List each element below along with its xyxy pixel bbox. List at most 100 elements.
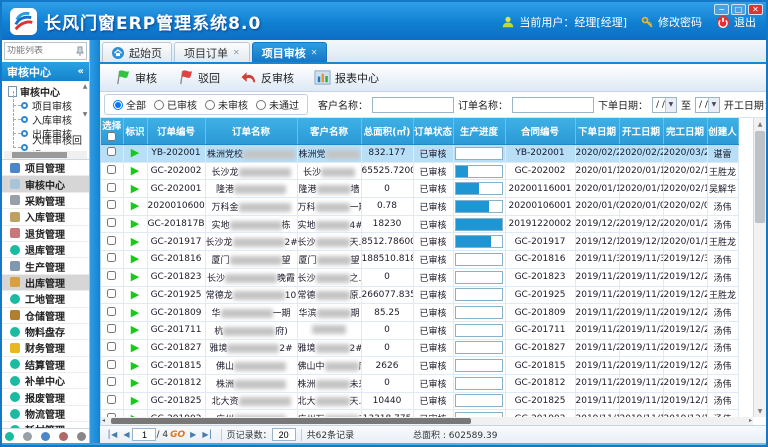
scroll-down-icon[interactable]: ▼: [754, 405, 766, 417]
column-header-12[interactable]: 创建人: [707, 118, 738, 145]
edit-icon[interactable]: [41, 432, 50, 441]
horizontal-scrollbar[interactable]: ◂ ▸: [101, 417, 753, 425]
column-header-10[interactable]: 开工日期: [619, 118, 663, 145]
column-header-1[interactable]: 标识: [123, 118, 147, 145]
order-date-picker[interactable]: / / ▼: [652, 97, 677, 113]
logout-button[interactable]: 退出: [716, 14, 756, 30]
column-header-2[interactable]: 订单编号: [147, 118, 205, 145]
close-button[interactable]: ✕: [748, 4, 763, 15]
table-row[interactable]: ▶YB-202001株洲党校株洲党832.177已审核YB-2020012020…: [101, 145, 738, 163]
next-page-button[interactable]: ▶: [187, 430, 199, 439]
table-row[interactable]: ▶GC-201711杭府)0已审核GC-2017112019/11/202019…: [101, 321, 738, 339]
column-header-11[interactable]: 完工日期: [663, 118, 707, 145]
order-date-end-picker[interactable]: / / ▼: [695, 97, 720, 113]
scroll-thumb[interactable]: [111, 418, 471, 424]
row-checkbox[interactable]: [107, 271, 116, 280]
row-checkbox[interactable]: [107, 342, 116, 351]
sidebar-item-7[interactable]: 出库管理: [2, 275, 89, 291]
go-button[interactable]: GO: [170, 430, 185, 440]
row-checkbox[interactable]: [107, 377, 116, 386]
prev-page-button[interactable]: ◀: [120, 430, 132, 439]
chevron-down-icon[interactable]: ▼: [708, 98, 719, 112]
status-radio-1[interactable]: [154, 100, 164, 110]
order-name-input[interactable]: [512, 97, 594, 113]
more-icon[interactable]: [77, 432, 86, 441]
sidebar-item-5[interactable]: 退库管理: [2, 242, 89, 258]
sidebar-item-2[interactable]: 采购管理: [2, 193, 89, 209]
sidebar-item-1[interactable]: 审核中心: [2, 176, 89, 192]
minimize-button[interactable]: −: [714, 4, 729, 15]
table-row[interactable]: ▶GC-202002长沙龙长沙65525.7200..已审核GC-2020022…: [101, 162, 738, 180]
table-row[interactable]: ▶GC-201815佛山佛山中库2626已审核GC-2018152019/11/…: [101, 357, 738, 375]
sidebar-item-10[interactable]: 物料盘存: [2, 324, 89, 340]
tab-2[interactable]: 项目审核✕: [252, 42, 328, 62]
table-row[interactable]: ▶GC-202001隆港隆港墙0已审核202001160012020/01/16…: [101, 180, 738, 198]
row-checkbox[interactable]: [107, 183, 116, 192]
table-row[interactable]: ▶20200106001万科金万科一期0.78已审核20200106001202…: [101, 198, 738, 216]
close-tab-icon[interactable]: ✕: [311, 48, 318, 57]
column-header-3[interactable]: 订单名称: [205, 118, 297, 145]
column-header-0[interactable]: 选择: [101, 118, 123, 145]
column-header-6[interactable]: 订单状态: [413, 118, 453, 145]
pin-icon[interactable]: [76, 46, 84, 56]
column-header-9[interactable]: 下单日期: [575, 118, 619, 145]
table-row[interactable]: ▶GC-201825北大资北大天..10440已审核GC-2018252019/…: [101, 392, 738, 410]
table-row[interactable]: ▶GC-201925常德龙10常德原..266077.835..已审核GC-20…: [101, 286, 738, 304]
row-checkbox[interactable]: [107, 147, 116, 156]
status-radio-2[interactable]: [205, 100, 215, 110]
customer-name-input[interactable]: [372, 97, 454, 113]
sidebar-item-12[interactable]: 结算管理: [2, 357, 89, 373]
close-tab-icon[interactable]: ✕: [233, 48, 240, 57]
table-row[interactable]: ▶GC-201902广州广州万森林13318.775已审核GC-20190220…: [101, 410, 738, 417]
function-search-input[interactable]: [7, 46, 76, 56]
tab-0[interactable]: 起始页: [102, 42, 172, 62]
scroll-thumb[interactable]: [755, 131, 765, 223]
scroll-right-icon[interactable]: ▸: [749, 417, 752, 425]
last-page-button[interactable]: ▶⎮: [199, 430, 215, 439]
toolbar-button-1[interactable]: 驳回: [169, 66, 228, 89]
maximize-button[interactable]: □: [731, 4, 746, 15]
first-page-button[interactable]: ⎮◀: [104, 430, 120, 439]
column-header-7[interactable]: 生产进度: [453, 118, 505, 145]
table-row[interactable]: ▶GC-201823长沙晚霞长沙之..0已审核GC-2018232019/11/…: [101, 268, 738, 286]
table-row[interactable]: ▶GC-201917长沙龙2#长沙天..8512.78600..已审核GC-20…: [101, 233, 738, 251]
tree-horizontal-scrollbar[interactable]: [4, 151, 87, 159]
tab-1[interactable]: 项目订单✕: [174, 42, 250, 62]
sidebar-item-13[interactable]: 补单中心: [2, 373, 89, 389]
tree-scrollbar[interactable]: ▲▼: [81, 83, 89, 149]
table-row[interactable]: ▶GC-201816厦门望厦门望188510.818已审核GC-20181620…: [101, 251, 738, 269]
sidebar-item-3[interactable]: 入库管理: [2, 209, 89, 225]
dot-icon[interactable]: [5, 432, 14, 441]
row-checkbox[interactable]: [107, 289, 116, 298]
column-header-5[interactable]: 总面积(㎡): [361, 118, 413, 145]
table-row[interactable]: ▶GC-201809华一期华滨期85.25已审核GC-2018092019/11…: [101, 304, 738, 322]
row-checkbox[interactable]: [107, 395, 116, 404]
table-row[interactable]: ▶GC-201817B实地栋实地4#..18230已审核201912200022…: [101, 215, 738, 233]
page-size-input[interactable]: [272, 428, 296, 441]
status-radio-option-2[interactable]: 未审核: [205, 97, 248, 112]
row-checkbox[interactable]: [107, 307, 116, 316]
select-all-checkbox[interactable]: [107, 132, 116, 141]
row-checkbox[interactable]: [107, 253, 116, 262]
sidebar-item-0[interactable]: 项目管理: [2, 160, 89, 176]
toolbar-button-0[interactable]: 审核: [106, 66, 165, 89]
row-checkbox[interactable]: [107, 324, 116, 333]
vertical-scrollbar[interactable]: ▲ ▼: [753, 118, 766, 417]
collapse-icon[interactable]: «: [78, 66, 84, 77]
table-row[interactable]: ▶GC-201812株洲株洲未来0已审核GC-2018122019/11/202…: [101, 374, 738, 392]
table-row[interactable]: ▶GC-201827雅境2#雅境2#0已审核GC-2018272019/11/2…: [101, 339, 738, 357]
row-checkbox[interactable]: [107, 165, 116, 174]
sidebar-item-15[interactable]: 物流管理: [2, 406, 89, 422]
scroll-up-icon[interactable]: ▲: [754, 118, 766, 130]
sidebar-item-8[interactable]: 工地管理: [2, 291, 89, 307]
column-header-4[interactable]: 客户名称: [297, 118, 361, 145]
status-radio-option-0[interactable]: 全部: [113, 97, 146, 112]
row-checkbox[interactable]: [107, 200, 116, 209]
book-icon[interactable]: [59, 432, 68, 441]
chevron-down-icon[interactable]: ▼: [665, 98, 676, 112]
toolbar-button-2[interactable]: 反审核: [232, 66, 302, 89]
tree-item-3[interactable]: 入库审核回退: [8, 140, 89, 151]
row-checkbox[interactable]: [107, 236, 116, 245]
status-radio-option-1[interactable]: 已审核: [154, 97, 197, 112]
scroll-thumb[interactable]: [12, 152, 67, 158]
